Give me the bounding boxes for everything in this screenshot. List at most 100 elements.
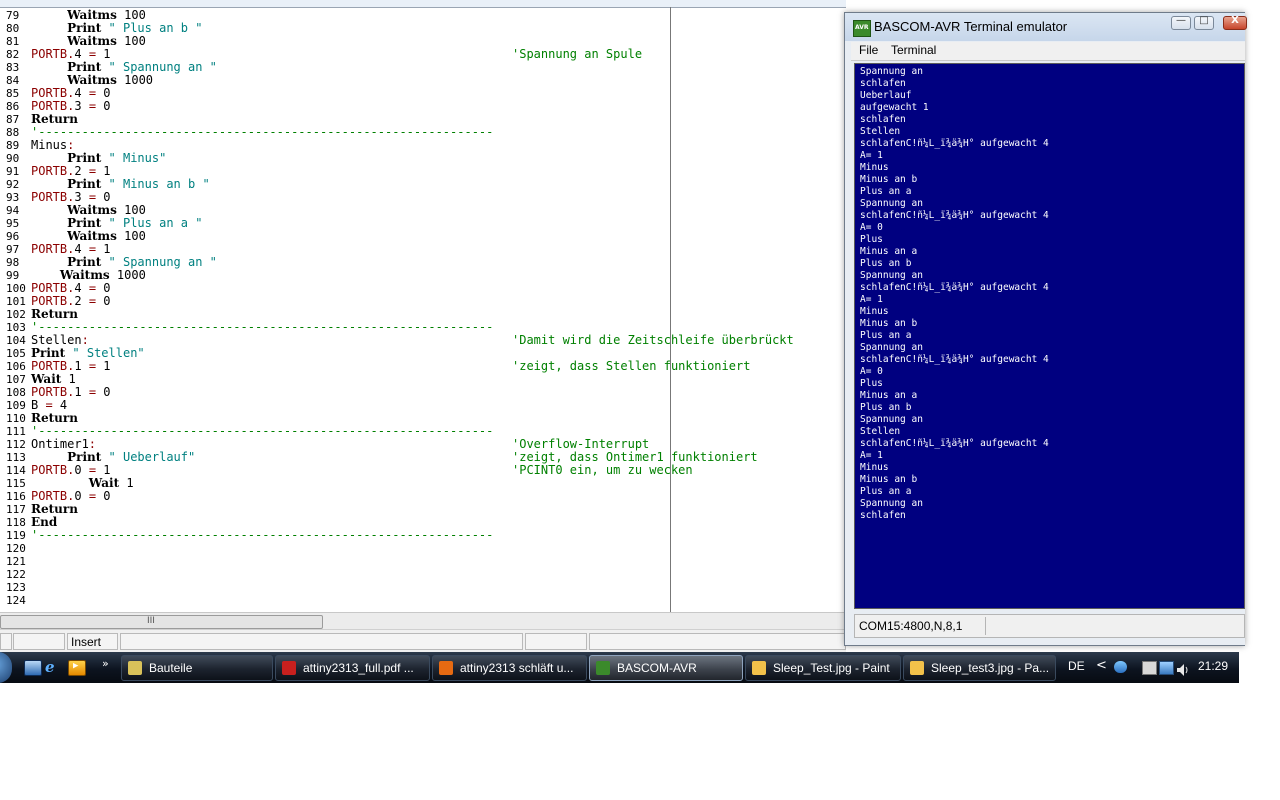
code-token: 4 <box>74 242 82 256</box>
terminal-output-line: schlafen <box>860 114 906 125</box>
terminal-output-line: Ueberlauf <box>860 90 912 101</box>
code-token: = <box>81 281 104 295</box>
code-line[interactable]: 100 PORTB.4 = 0 <box>0 281 846 296</box>
taskbar-button[interactable]: BASCOM-AVR <box>589 655 743 681</box>
taskbar-button-label: Sleep_Test.jpg - Paint <box>773 661 890 675</box>
terminal-output-line: Minus an b <box>860 174 918 185</box>
terminal-status-bar: COM15:4800,N,8,1 <box>854 614 1245 638</box>
internet-explorer-icon[interactable]: e <box>45 660 61 675</box>
terminal-output-line: Spannung an <box>860 342 923 353</box>
code-line[interactable]: 86 PORTB.3 = 0 <box>0 100 846 114</box>
code-token: = <box>81 164 104 178</box>
code-token: " Spannung an " <box>101 60 217 74</box>
status-cell-info <box>589 633 846 650</box>
code-token: Return <box>31 502 78 516</box>
code-line[interactable]: 116 PORTB.0 = 0 <box>0 490 846 504</box>
bascom-app-icon: AVR <box>853 20 871 37</box>
scrollbar-thumb[interactable]: III <box>0 615 323 629</box>
terminal-titlebar[interactable]: AVR BASCOM-AVR Terminal emulator — □ X <box>845 13 1247 41</box>
code-line[interactable]: 85 PORTB.4 = 0 <box>0 87 846 101</box>
code-editor[interactable]: 79 Waitms 100 80 Print " Plus an b " 81 Wa… <box>0 0 846 612</box>
code-token: '---------------------------------------… <box>31 528 494 542</box>
terminal-menubar: File Terminal <box>851 42 1245 61</box>
line-number: 120 <box>6 542 26 555</box>
taskbar-button[interactable]: Sleep_Test.jpg - Paint <box>745 655 901 681</box>
code-line[interactable]: 117 Return <box>0 502 846 517</box>
volume-icon[interactable] <box>1177 661 1189 676</box>
media-player-icon[interactable]: ▶ <box>68 660 86 676</box>
code-token: Waitms <box>67 73 117 87</box>
editor-status-bar: Insert <box>0 629 846 653</box>
code-line[interactable]: 101 PORTB.2 = 0 <box>0 295 846 309</box>
network-sharing-icon[interactable] <box>1114 661 1127 673</box>
code-token: Return <box>31 411 78 425</box>
device-icon[interactable] <box>1142 661 1157 675</box>
line-number: 114 <box>6 464 26 477</box>
status-cell-left <box>0 633 12 650</box>
terminal-output-line: schlafenC!ñ¼L_ï¾ä¾H° aufgewacht 4 <box>860 210 1049 221</box>
minimize-button[interactable]: — <box>1171 15 1191 30</box>
taskbar-button[interactable]: attiny2313_full.pdf ... <box>275 655 430 681</box>
taskbar-button[interactable]: Bauteile <box>121 655 273 681</box>
maximize-button[interactable]: □ <box>1194 15 1214 30</box>
code-token: " Minus an b " <box>101 177 210 191</box>
close-button[interactable]: X <box>1223 15 1247 30</box>
horizontal-scrollbar[interactable]: III <box>0 612 846 630</box>
code-line[interactable]: 121 <box>0 555 846 568</box>
code-token: Minus <box>31 138 68 152</box>
code-token: : <box>88 437 97 451</box>
network-icon[interactable] <box>1159 661 1174 675</box>
terminal-output-line: Spannung an <box>860 270 923 281</box>
code-line[interactable]: 99 Waitms 1000 <box>0 269 846 283</box>
code-line[interactable]: 84 Waitms 1000 <box>0 73 846 88</box>
code-lines[interactable]: 79 Waitms 100 80 Print " Plus an b " 81 Wa… <box>0 9 846 608</box>
code-line[interactable]: 115 Wait 1 <box>0 477 846 491</box>
terminal-output-line: A= 1 <box>860 294 883 305</box>
code-line[interactable]: 90 Print " Minus" <box>0 152 846 166</box>
code-token: 1 <box>74 359 82 373</box>
status-cell-extra <box>525 633 587 650</box>
menu-terminal[interactable]: Terminal <box>891 43 936 57</box>
terminal-output-screen[interactable]: Spannung an schlafen Ueberlauf aufgewacht 1… <box>854 63 1245 609</box>
status-cell-mode: Insert <box>67 633 118 650</box>
code-token: 100 <box>116 229 146 243</box>
language-indicator[interactable]: DE <box>1068 659 1085 673</box>
paint-icon <box>910 661 924 675</box>
tray-expand-icon[interactable]: < <box>1096 658 1107 673</box>
code-line[interactable]: 111 '------------------------------------… <box>0 425 846 439</box>
code-token: 1 <box>61 372 76 386</box>
bascom-icon <box>596 661 610 675</box>
taskbar-button[interactable]: attiny2313 schläft u... <box>432 655 587 681</box>
quicklaunch-more-icon[interactable]: » <box>102 657 109 670</box>
code-line[interactable]: 123 <box>0 581 846 594</box>
terminal-output-lines: Spannung an schlafen Ueberlauf aufgewacht 1… <box>860 66 1049 522</box>
terminal-output-line: schlafen <box>860 78 906 89</box>
code-line[interactable]: 124 <box>0 594 846 607</box>
line-number: 97 <box>6 243 20 256</box>
code-line[interactable]: 108 PORTB.1 = 0 <box>0 386 846 400</box>
code-token: 4 <box>74 281 82 295</box>
line-number: 111 <box>6 425 26 438</box>
line-number: 88 <box>6 126 20 139</box>
terminal-emulator-window[interactable]: AVR BASCOM-AVR Terminal emulator — □ X F… <box>844 12 1247 646</box>
show-desktop-icon[interactable] <box>24 660 42 676</box>
start-button[interactable] <box>0 652 12 683</box>
code-line[interactable]: 81 Waitms 100 <box>0 35 846 49</box>
code-line[interactable]: 92 Print " Minus an b " <box>0 177 846 192</box>
clock[interactable]: 21:29 <box>1198 659 1228 673</box>
code-line[interactable]: 106 PORTB.1 = 1'zeigt, dass Stellen funkt… <box>0 359 846 374</box>
code-line[interactable]: 119 '------------------------------------… <box>0 528 846 543</box>
code-line[interactable]: 88 '-------------------------------------… <box>0 126 846 140</box>
menu-file[interactable]: File <box>859 43 878 57</box>
taskbar-button[interactable]: Sleep_test3.jpg - Pa... <box>903 655 1056 681</box>
code-line[interactable]: 107 Wait 1 <box>0 372 846 387</box>
code-line[interactable]: 122 <box>0 568 846 581</box>
code-line[interactable]: 96 Waitms 100 <box>0 229 846 244</box>
terminal-title: BASCOM-AVR Terminal emulator <box>874 19 1068 34</box>
code-line[interactable]: 120 <box>0 542 846 555</box>
code-line[interactable]: 113 Print " Ueberlauf"'zeigt, dass Ontim… <box>0 451 846 465</box>
code-line[interactable]: 109 B = 4 <box>0 399 846 413</box>
terminal-output-line: schlafenC!ñ¼L_ï¾ä¾H° aufgewacht 4 <box>860 138 1049 149</box>
pdf-icon <box>282 661 296 675</box>
